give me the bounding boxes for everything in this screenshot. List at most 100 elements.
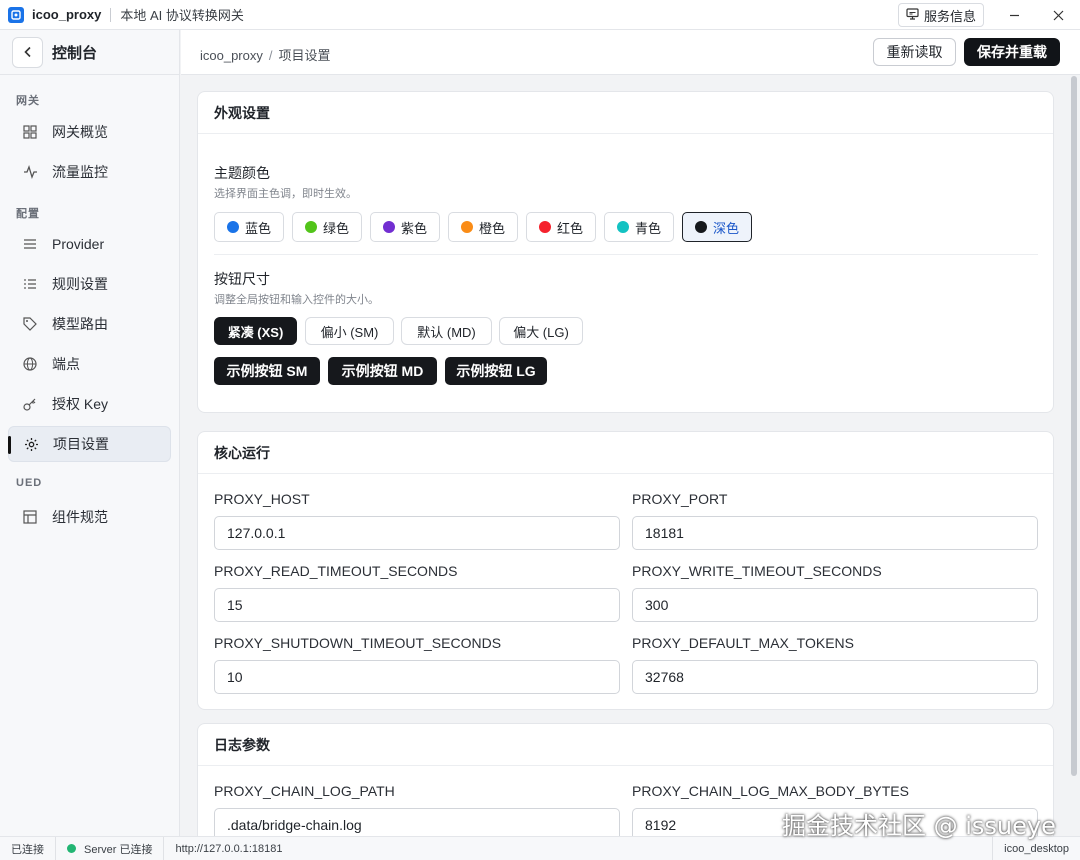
scrollbar[interactable] xyxy=(1071,76,1077,776)
sidebar-item-label: 网关概览 xyxy=(52,124,108,140)
size-md-button[interactable]: 默认 (MD) xyxy=(401,317,492,345)
sidebar-item-label: 端点 xyxy=(52,356,80,372)
color-label: 橙色 xyxy=(478,220,505,236)
title-divider xyxy=(110,7,112,22)
sidebar-item-label: 组件规范 xyxy=(52,509,108,525)
demo-button-sm[interactable]: 示例按钮 SM xyxy=(214,357,320,385)
theme-orange-button[interactable]: 橙色 xyxy=(448,212,518,242)
save-reload-button[interactable]: 保存并重载 xyxy=(964,38,1060,66)
breadcrumb-separator: / xyxy=(268,48,273,63)
app-logo-icon xyxy=(8,6,24,23)
sidebar-item-label: 授权 Key xyxy=(52,396,109,412)
card-title: 核心运行 xyxy=(198,432,1053,474)
size-lg-button[interactable]: 偏大 (LG) xyxy=(499,317,583,345)
minimize-button[interactable] xyxy=(996,0,1032,30)
sidebar-item-endpoints[interactable]: 端点 xyxy=(8,346,171,382)
reload-button[interactable]: 重新读取 xyxy=(873,38,956,66)
layout-icon xyxy=(22,509,38,525)
theme-dark-button[interactable]: 深色 xyxy=(682,212,752,242)
sidebar-item-traffic-monitor[interactable]: 流量监控 xyxy=(8,154,171,190)
close-button[interactable] xyxy=(1040,0,1076,30)
proxy-host-input[interactable] xyxy=(214,516,620,550)
service-info-button[interactable]: 服务信息 xyxy=(898,3,984,27)
color-label: 绿色 xyxy=(322,220,349,236)
sidebar-item-project-settings[interactable]: 项目设置 xyxy=(8,426,171,462)
theme-red-button[interactable]: 红色 xyxy=(526,212,596,242)
field-label: PROXY_SHUTDOWN_TIMEOUT_SECONDS xyxy=(214,635,502,651)
group-label-gateway: 网关 xyxy=(16,95,40,107)
theme-desc: 选择界面主色调，即时生效。 xyxy=(214,188,357,200)
color-label: 青色 xyxy=(634,220,661,236)
app-subtitle: 本地 AI 协议转换网关 xyxy=(120,8,244,23)
service-info-label: 服务信息 xyxy=(923,8,976,24)
read-timeout-input[interactable] xyxy=(214,588,620,622)
chain-log-path-input[interactable] xyxy=(214,808,620,836)
breadcrumb: icoo_proxy / 项目设置 xyxy=(200,45,331,64)
sidebar-item-label: Provider xyxy=(52,236,105,252)
server-url: http://127.0.0.1:18181 xyxy=(175,842,283,855)
color-dot xyxy=(304,221,317,233)
sidebar-item-label: 规则设置 xyxy=(52,276,108,292)
theme-cyan-button[interactable]: 青色 xyxy=(604,212,674,242)
group-label-config: 配置 xyxy=(16,208,40,220)
server-status: Server 已连接 xyxy=(56,836,165,860)
card-title: 外观设置 xyxy=(198,92,1053,134)
color-dot xyxy=(460,221,473,233)
demo-button-md[interactable]: 示例按钮 MD xyxy=(328,357,437,385)
key-icon xyxy=(22,396,38,412)
sidebar-item-provider[interactable]: Provider xyxy=(8,226,171,262)
color-label: 深色 xyxy=(712,220,739,236)
theme-blue-button[interactable]: 蓝色 xyxy=(214,212,284,242)
size-sm-button[interactable]: 偏小 (SM) xyxy=(305,317,394,345)
sidebar: 控制台 网关 网关概览 流量监控 配置 Provider 规则设置 模型路由 端… xyxy=(0,30,180,836)
size-xs-button[interactable]: 紧凑 (XS) xyxy=(214,317,297,345)
core-card: 核心运行 PROXY_HOST PROXY_PORT PROXY_READ_TI… xyxy=(197,431,1054,710)
sidebar-item-label: 模型路由 xyxy=(52,316,108,332)
demo-button-lg[interactable]: 示例按钮 LG xyxy=(445,357,547,385)
sidebar-item-component-spec[interactable]: 组件规范 xyxy=(8,499,171,535)
field-label: PROXY_DEFAULT_MAX_TOKENS xyxy=(632,635,854,651)
field-label: PROXY_HOST xyxy=(214,491,310,507)
chevron-left-icon xyxy=(23,46,31,58)
breadcrumb-item-root[interactable]: icoo_proxy xyxy=(200,48,263,63)
section-divider xyxy=(214,254,1038,255)
back-button[interactable] xyxy=(12,36,43,68)
size-desc: 调整全局按钮和输入控件的大小。 xyxy=(214,294,379,306)
sidebar-item-model-routes[interactable]: 模型路由 xyxy=(8,306,171,342)
main-content: 外观设置 主题颜色 选择界面主色调，即时生效。 蓝色 绿色 紫色 橙色 红色 青… xyxy=(181,76,1080,836)
color-dot xyxy=(616,221,629,233)
connection-status: 已连接 xyxy=(0,836,56,860)
sidebar-item-label: 流量监控 xyxy=(52,164,108,180)
activity-icon xyxy=(22,164,38,180)
sidebar-item-gateway-overview[interactable]: 网关概览 xyxy=(8,114,171,150)
theme-purple-button[interactable]: 紫色 xyxy=(370,212,440,242)
close-icon xyxy=(1053,10,1063,20)
sidebar-item-label: 项目设置 xyxy=(53,436,109,452)
list-icon xyxy=(22,276,38,292)
default-max-tokens-input[interactable] xyxy=(632,660,1038,694)
breadcrumb-item-current: 项目设置 xyxy=(278,48,331,63)
shutdown-timeout-input[interactable] xyxy=(214,660,620,694)
gear-icon xyxy=(23,436,39,452)
sidebar-header: 控制台 xyxy=(0,30,179,75)
tag-icon xyxy=(22,316,38,332)
color-dot xyxy=(538,221,551,233)
sidebar-item-auth-key[interactable]: 授权 Key xyxy=(8,386,171,422)
sidebar-item-rules[interactable]: 规则设置 xyxy=(8,266,171,302)
field-label: PROXY_WRITE_TIMEOUT_SECONDS xyxy=(632,563,882,579)
app-name: icoo_proxy xyxy=(32,7,102,22)
color-label: 蓝色 xyxy=(244,220,271,236)
write-timeout-input[interactable] xyxy=(632,588,1038,622)
monitor-icon xyxy=(906,7,919,23)
color-dot xyxy=(226,221,239,233)
main-header: icoo_proxy / 项目设置 重新读取 保存并重载 xyxy=(181,30,1080,75)
minimize-icon xyxy=(1009,14,1019,16)
layers-icon xyxy=(22,236,38,252)
proxy-port-input[interactable] xyxy=(632,516,1038,550)
globe-icon xyxy=(22,356,38,372)
card-title: 日志参数 xyxy=(198,724,1053,766)
theme-green-button[interactable]: 绿色 xyxy=(292,212,362,242)
status-dot-icon xyxy=(67,844,76,853)
grid-icon xyxy=(22,124,38,140)
field-label: PROXY_CHAIN_LOG_MAX_BODY_BYTES xyxy=(632,783,909,799)
